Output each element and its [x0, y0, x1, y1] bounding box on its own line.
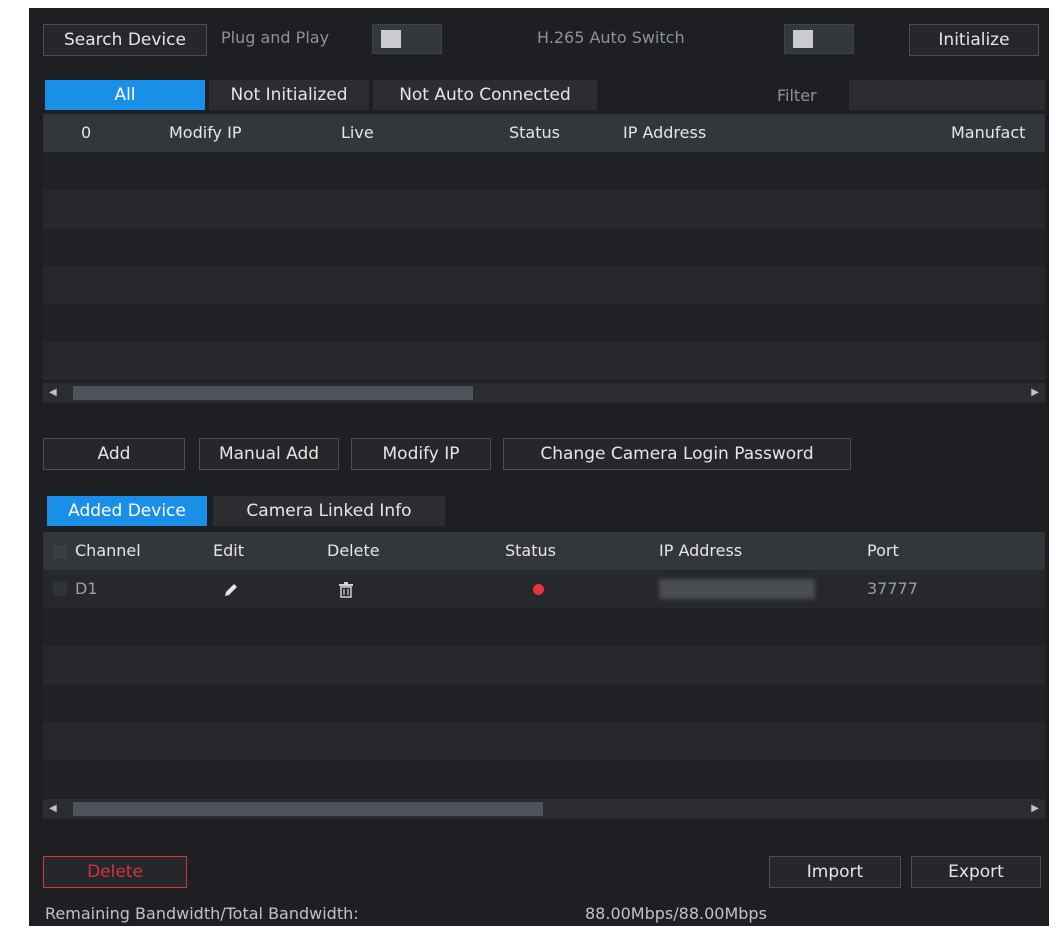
header-ip-address: IP Address [623, 123, 707, 142]
plug-and-play-toggle[interactable] [372, 24, 442, 54]
change-camera-login-password-button[interactable]: Change Camera Login Password [503, 438, 851, 470]
scrollbar-thumb[interactable] [73, 802, 543, 816]
header-channel: Channel [75, 541, 141, 560]
toggle-knob [793, 30, 813, 48]
search-table-scrollbar[interactable]: ◀ ▶ [43, 383, 1045, 403]
header-status: Status [505, 541, 556, 560]
header-index: 0 [81, 123, 92, 142]
header-edit: Edit [213, 541, 244, 560]
plug-and-play-label: Plug and Play [221, 28, 330, 47]
h265-auto-switch-toggle[interactable] [784, 24, 854, 54]
tab-not-auto-connected[interactable]: Not Auto Connected [373, 80, 597, 110]
search-table-header: 0 Modify IP Live Status IP Address Manuf… [43, 114, 1045, 152]
ip-address-blurred [659, 579, 815, 599]
modify-ip-button[interactable]: Modify IP [351, 438, 491, 470]
device-manager-panel: Search Device Plug and Play H.265 Auto S… [29, 8, 1049, 926]
tab-added-device[interactable]: Added Device [47, 496, 207, 526]
h265-auto-switch-label: H.265 Auto Switch [537, 28, 685, 47]
table-row [43, 722, 1045, 760]
table-row [43, 304, 1045, 342]
channel-cell: D1 [75, 579, 98, 598]
tab-camera-linked-info[interactable]: Camera Linked Info [213, 496, 445, 526]
header-ip-address: IP Address [659, 541, 743, 560]
delete-button[interactable]: Delete [43, 856, 187, 888]
scroll-left-icon[interactable]: ◀ [49, 386, 57, 400]
table-row[interactable]: D1 37777 [43, 570, 1045, 608]
search-device-button[interactable]: Search Device [43, 24, 207, 56]
port-cell: 37777 [867, 579, 918, 598]
trash-icon[interactable] [339, 570, 353, 608]
header-modify-ip: Modify IP [169, 123, 242, 142]
added-table-scrollbar[interactable]: ◀ ▶ [43, 799, 1045, 819]
table-row [43, 190, 1045, 228]
header-status: Status [509, 123, 560, 142]
filter-input[interactable] [849, 80, 1045, 110]
scroll-left-icon[interactable]: ◀ [49, 802, 57, 816]
scrollbar-thumb[interactable] [73, 386, 473, 400]
table-row [43, 684, 1045, 722]
manual-add-button[interactable]: Manual Add [199, 438, 339, 470]
tab-all[interactable]: All [45, 80, 205, 110]
add-button[interactable]: Add [43, 438, 185, 470]
header-manufacturer: Manufact [951, 123, 1026, 142]
table-row [43, 646, 1045, 684]
table-row [43, 266, 1045, 304]
table-row [43, 608, 1045, 646]
pencil-icon[interactable] [223, 570, 239, 608]
toggle-knob [381, 30, 401, 48]
table-row [43, 760, 1045, 798]
status-dot [533, 584, 544, 595]
select-all-checkbox[interactable] [53, 545, 67, 559]
initialize-button[interactable]: Initialize [909, 24, 1039, 56]
bandwidth-label: Remaining Bandwidth/Total Bandwidth: [45, 904, 359, 923]
table-row [43, 342, 1045, 380]
scroll-right-icon[interactable]: ▶ [1031, 802, 1039, 816]
header-live: Live [341, 123, 374, 142]
export-button[interactable]: Export [911, 856, 1041, 888]
header-port: Port [867, 541, 899, 560]
scroll-right-icon[interactable]: ▶ [1031, 386, 1039, 400]
row-checkbox[interactable] [53, 582, 67, 596]
table-row [43, 228, 1045, 266]
bandwidth-value: 88.00Mbps/88.00Mbps [585, 904, 767, 923]
table-row [43, 152, 1045, 190]
filter-label: Filter [777, 86, 817, 105]
header-delete: Delete [327, 541, 380, 560]
import-button[interactable]: Import [769, 856, 901, 888]
added-table-header: Channel Edit Delete Status IP Address Po… [43, 532, 1045, 570]
tab-not-initialized[interactable]: Not Initialized [209, 80, 369, 110]
